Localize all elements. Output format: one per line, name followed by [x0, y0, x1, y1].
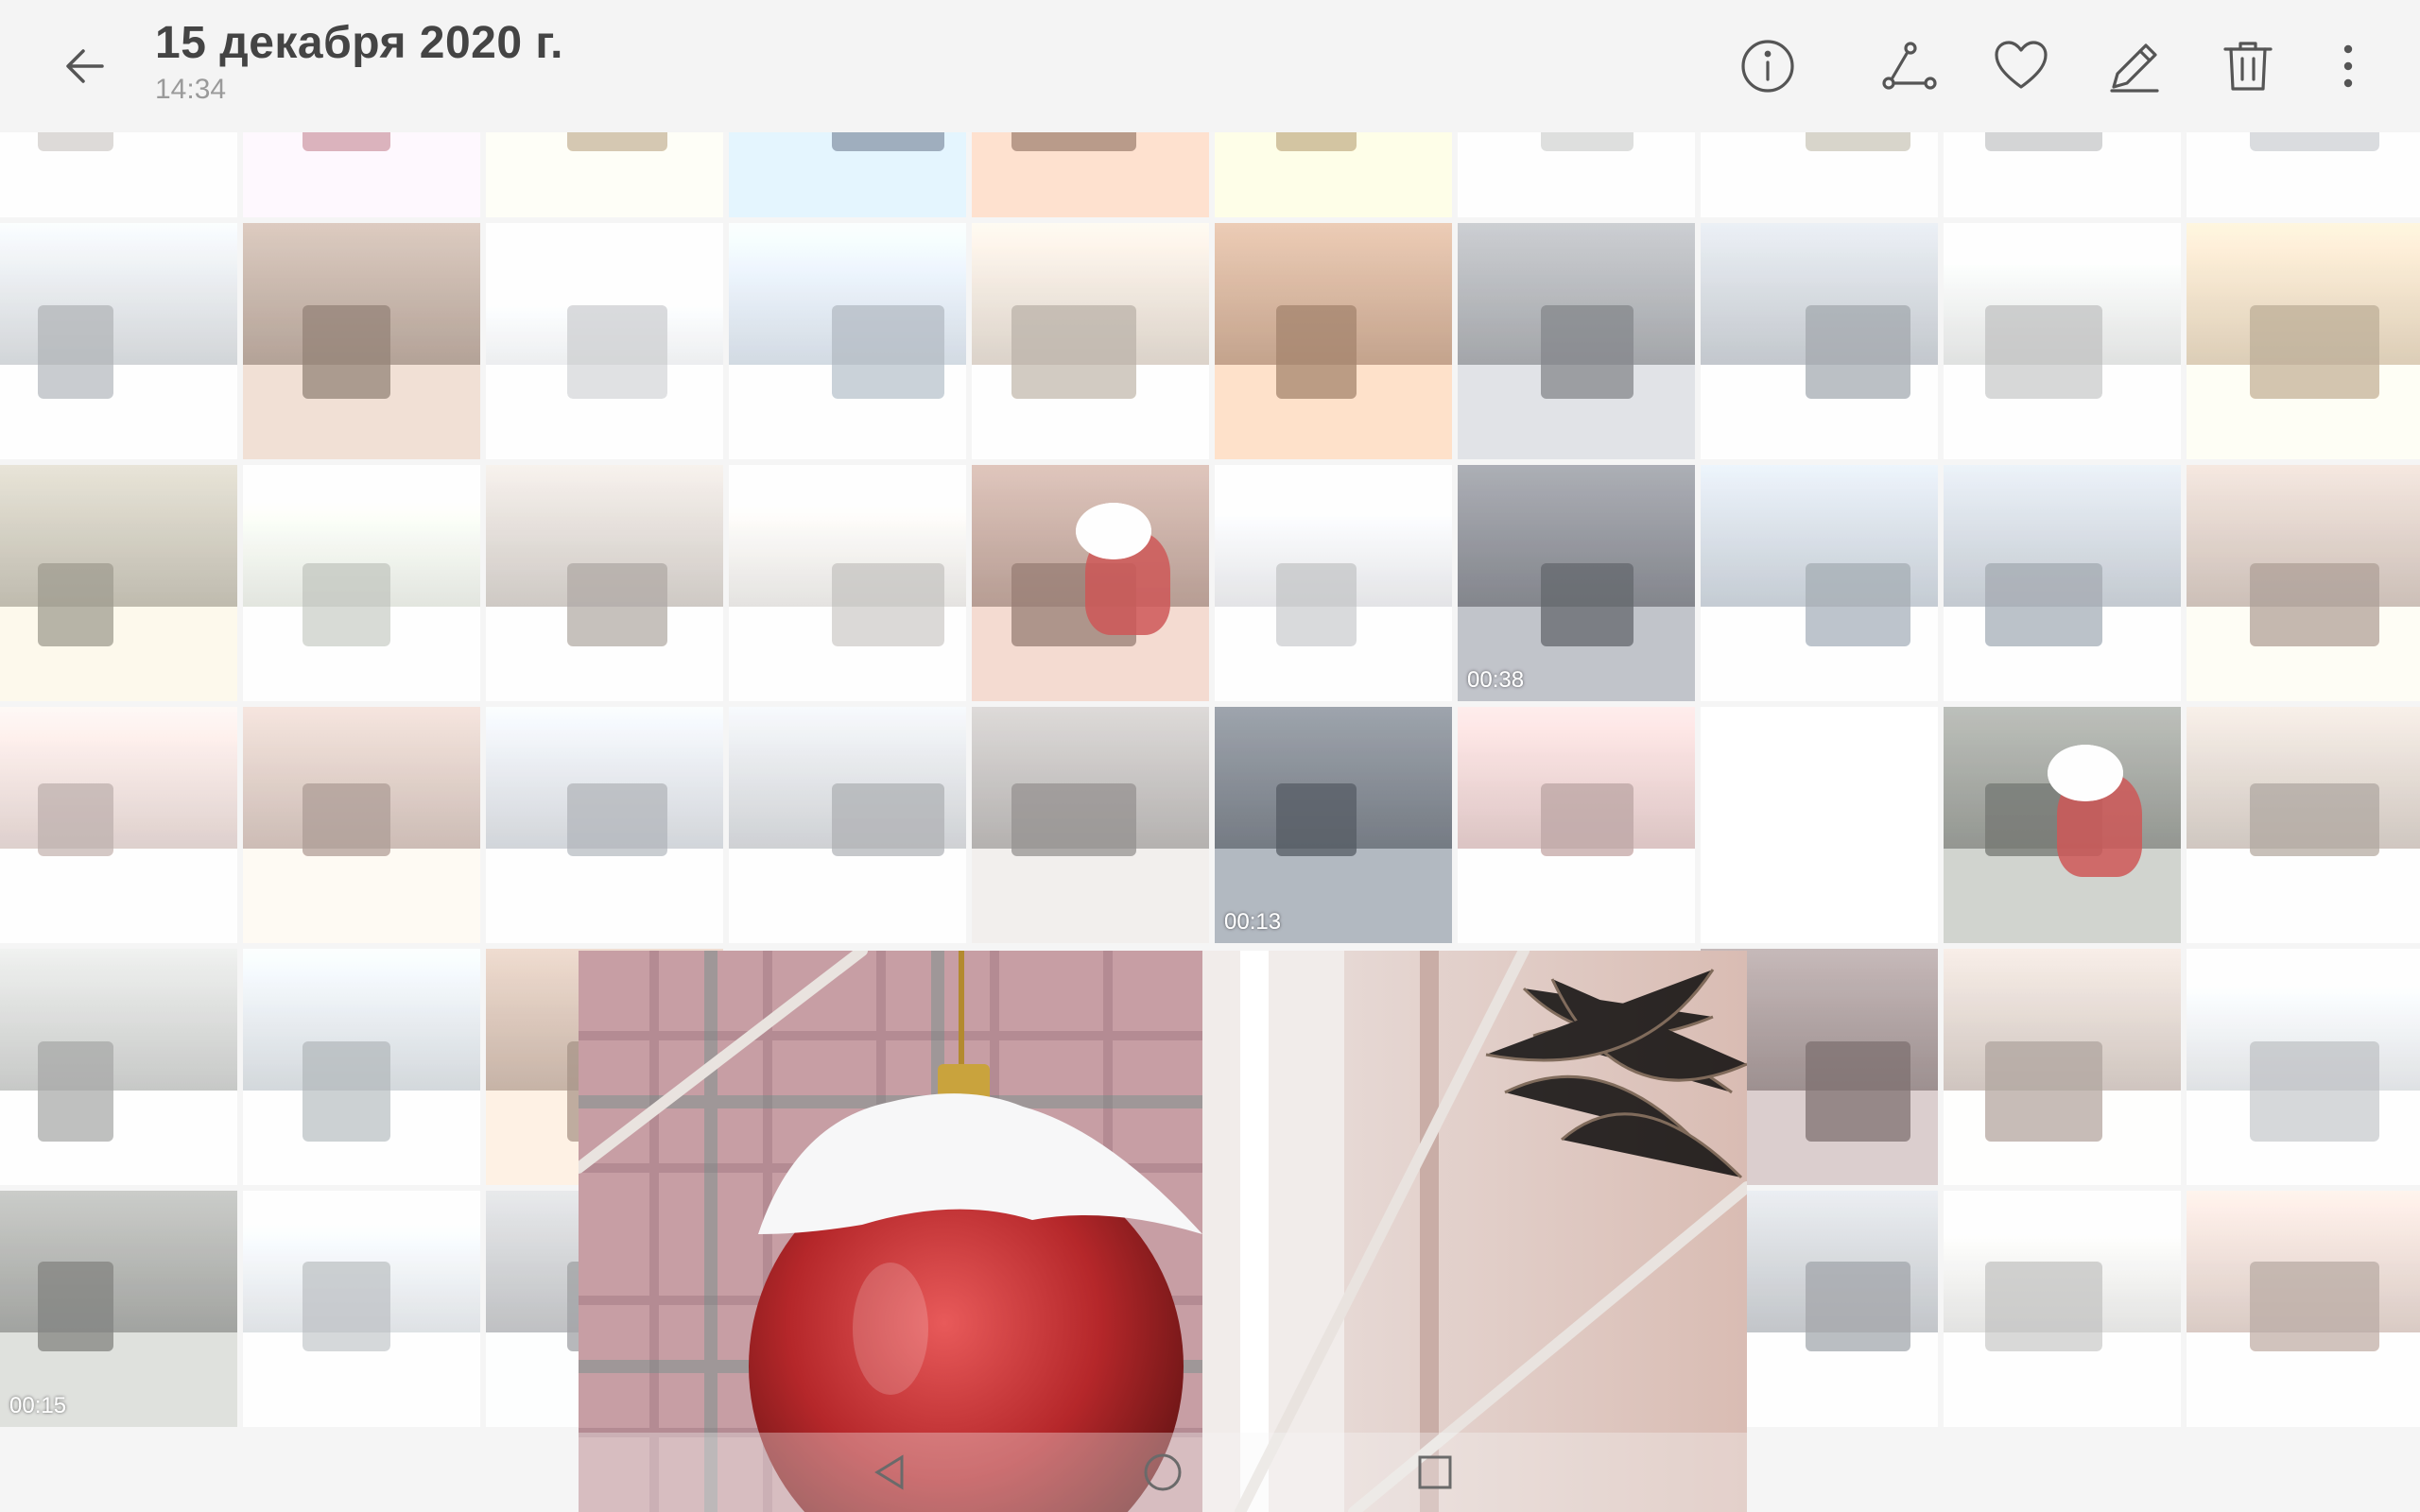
photo-thumbnail-gold-decor[interactable] — [1215, 132, 1452, 217]
trash-icon — [2223, 42, 2273, 91]
photo-thumbnail-snow-field[interactable] — [729, 465, 966, 701]
photo-preview[interactable] — [579, 951, 1747, 1512]
arrow-left-icon — [66, 49, 104, 83]
photo-thumbnail-colonnade-tree[interactable] — [1944, 223, 2181, 459]
photo-thumbnail-tent-snowfield[interactable] — [486, 465, 723, 701]
photo-thumbnail-wooden-church[interactable] — [0, 949, 237, 1185]
photo-thumbnail-gold-star-tree[interactable] — [0, 223, 237, 459]
photo-thumbnail-station-night[interactable]: 00:38 — [1458, 465, 1695, 701]
photo-thumbnail-cranes-road[interactable] — [1215, 465, 1452, 701]
photo-thumbnail-ferris-wheel[interactable] — [243, 223, 480, 459]
video-duration: 00:38 — [1467, 667, 1525, 693]
photo-thumbnail-tree-lot[interactable] — [243, 1191, 480, 1427]
photo-thumbnail-church-distance[interactable] — [1701, 223, 1938, 459]
info-icon — [1741, 40, 1794, 93]
heart-icon — [1995, 41, 2048, 89]
recent-nav-icon — [1418, 1455, 1452, 1489]
photo-thumbnail-church-front[interactable] — [1944, 132, 2181, 217]
pencil-icon — [2110, 43, 2159, 93]
photo-thumbnail-night-shop[interactable]: 00:13 — [1215, 707, 1452, 943]
photo-thumbnail-tall-tree[interactable] — [486, 707, 723, 943]
delete-button[interactable] — [2210, 28, 2286, 104]
photo-thumbnail-garden-snow[interactable] — [1701, 132, 1938, 217]
share-icon — [1882, 42, 1937, 90]
more-options-button[interactable] — [2310, 28, 2386, 104]
photo-thumbnail-chalkboard-hat[interactable] — [1944, 707, 2181, 943]
photo-thumbnail-gold-bow[interactable] — [2187, 223, 2420, 459]
edit-button[interactable] — [2097, 28, 2172, 104]
photo-thumbnail-brick-wall[interactable] — [972, 132, 1209, 217]
favorite-button[interactable] — [1983, 28, 2059, 104]
photo-thumbnail-decorated-house[interactable] — [243, 707, 480, 943]
system-nav-bar — [579, 1433, 1747, 1512]
photo-thumbnail-shop-trees[interactable] — [972, 707, 1209, 943]
top-app-bar: 15 декабря 2020 г. 14:34 — [0, 0, 2420, 132]
page-title: 15 декабря 2020 г. — [155, 18, 563, 68]
photo-time: 14:34 — [155, 74, 227, 105]
photo-thumbnail-cranes-field[interactable] — [486, 223, 723, 459]
video-duration: 00:13 — [1224, 909, 1282, 935]
photo-thumbnail-pink-flowers-shelf[interactable] — [1458, 707, 1695, 943]
photo-thumbnail-street-night[interactable] — [729, 132, 966, 217]
photo-thumbnail-playground[interactable] — [972, 223, 1209, 459]
photo-thumbnail-snowy-pine[interactable] — [243, 465, 480, 701]
photo-thumbnail-pink-castle[interactable] — [0, 707, 237, 943]
back-nav-icon — [874, 1454, 904, 1490]
photo-thumbnail-pink-flower[interactable] — [243, 132, 480, 217]
photo-thumbnail-river-ducks[interactable]: 00:15 — [0, 1191, 237, 1427]
nav-home-button[interactable] — [1134, 1444, 1191, 1501]
photo-thumbnail-church-far[interactable] — [1944, 465, 2181, 701]
photo-thumbnail-snowy-branch[interactable] — [1458, 132, 1695, 217]
photo-thumbnail-snowy-path[interactable] — [0, 132, 237, 217]
photo-thumbnail-big-tree-building[interactable] — [2187, 465, 2420, 701]
share-button[interactable] — [1872, 28, 1947, 104]
photo-thumbnail-white-church[interactable] — [729, 223, 966, 459]
photo-thumbnail-parking-gate[interactable] — [729, 707, 966, 943]
photo-thumbnail-christmas-tree-sand[interactable] — [486, 132, 723, 217]
photo-thumbnail-rotunda[interactable] — [1944, 1191, 2181, 1427]
nav-recent-button[interactable] — [1407, 1444, 1463, 1501]
photo-thumbnail-church-close[interactable] — [1701, 465, 1938, 701]
photo-thumbnail-empty — [1701, 707, 1938, 943]
home-nav-icon — [1144, 1453, 1182, 1491]
photo-thumbnail-santa-hat[interactable] — [972, 465, 1209, 701]
info-button[interactable] — [1730, 28, 1806, 104]
photo-thumbnail-park-tower[interactable] — [2187, 1191, 2420, 1427]
photo-thumbnail-lake-fence[interactable] — [2187, 949, 2420, 1185]
photo-thumbnail-dark-church[interactable] — [1458, 223, 1695, 459]
video-duration: 00:15 — [9, 1393, 67, 1418]
photo-thumbnail-arch-park[interactable] — [1944, 949, 2181, 1185]
photo-thumbnail-pine-buildings[interactable] — [0, 465, 237, 701]
nav-back-button[interactable] — [862, 1444, 919, 1501]
photo-thumbnail-pampas-grass[interactable] — [1215, 223, 1452, 459]
more-vert-icon — [2343, 44, 2353, 88]
photo-thumbnail-tree-square[interactable] — [243, 949, 480, 1185]
ornament-photo — [579, 951, 1747, 1512]
photo-thumbnail-mall-interior[interactable] — [2187, 707, 2420, 943]
back-button[interactable] — [47, 28, 123, 104]
photo-thumbnail-white-building[interactable] — [2187, 132, 2420, 217]
